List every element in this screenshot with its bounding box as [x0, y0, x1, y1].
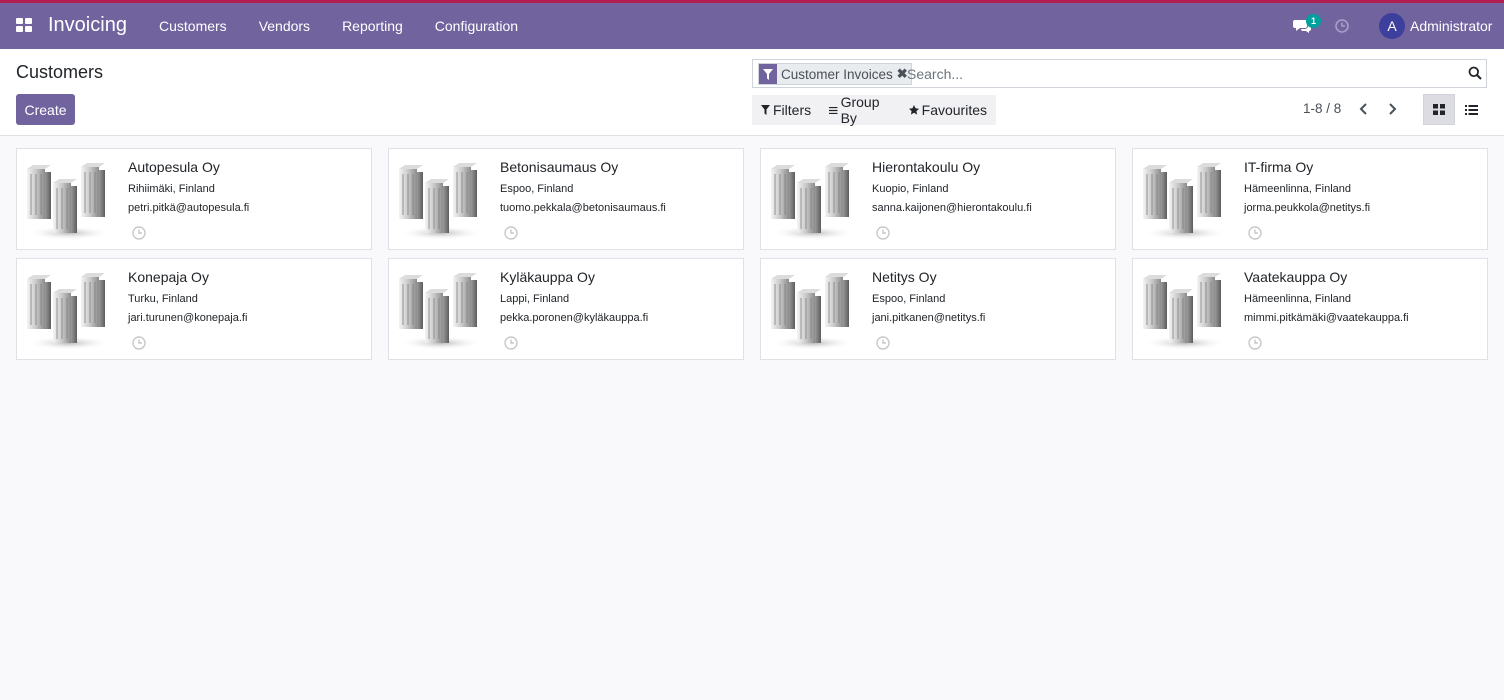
customer-name: Betonisaumaus Oy	[500, 159, 619, 175]
clock-icon[interactable]	[132, 336, 146, 350]
apps-icon[interactable]	[16, 18, 32, 32]
customer-name: Hierontakoulu Oy	[872, 159, 981, 175]
user-menu[interactable]: A Administrator	[1379, 13, 1492, 39]
menu-vendors[interactable]: Vendors	[243, 3, 326, 49]
filters-button[interactable]: Filters	[752, 95, 820, 125]
clock-icon[interactable]	[1248, 226, 1262, 240]
group-by-label: Group By	[840, 94, 880, 126]
building-image	[398, 272, 483, 350]
kanban-view-icon	[1433, 104, 1445, 115]
main-menu: Customers Vendors Reporting Configuratio…	[143, 3, 534, 49]
search-facet: Customer Invoices ✖	[758, 63, 912, 85]
page-title: Customers	[16, 62, 104, 82]
messages-badge: 1	[1306, 14, 1321, 28]
chevron-right-icon[interactable]	[1384, 101, 1400, 117]
chevron-left-icon[interactable]	[1356, 101, 1372, 117]
filters-label: Filters	[773, 102, 812, 118]
filter-icon	[761, 105, 770, 115]
clock-icon[interactable]	[876, 226, 890, 240]
customer-name: Autopesula Oy	[128, 159, 220, 175]
building-image	[26, 272, 111, 350]
customer-card[interactable]: IT-firma Oy Hämeenlinna, Finland jorma.peu…	[1132, 148, 1488, 250]
customer-card[interactable]: Netitys Oy Espoo, Finland jani.pitkanen@ne…	[760, 258, 1116, 360]
customer-card[interactable]: Hierontakoulu Oy Kuopio, Finland sanna.kai…	[760, 148, 1116, 250]
customer-name: Vaatekauppa Oy	[1244, 269, 1348, 285]
customer-location: Hämeenlinna, Finland	[1244, 183, 1352, 195]
customer-email: jari.turunen@konepaja.fi	[128, 312, 248, 324]
customer-card[interactable]: Konepaja Oy Turku, Finland jari.turunen@ko…	[16, 258, 372, 360]
user-name: Administrator	[1410, 18, 1493, 34]
control-panel: Customers Create Customer Invoices ✖ Fil…	[0, 49, 1504, 136]
kanban-view-button[interactable]	[1423, 94, 1455, 125]
customer-name: Konepaja Oy	[128, 269, 209, 285]
clock-icon[interactable]	[1248, 336, 1262, 350]
customer-location: Espoo, Finland	[872, 293, 946, 305]
pager-value[interactable]: 1-8 / 8	[1303, 101, 1341, 116]
customer-location: Hämeenlinna, Finland	[1244, 293, 1352, 305]
customer-card[interactable]: Betonisaumaus Oy Espoo, Finland tuomo.pekk…	[388, 148, 744, 250]
customer-location: Turku, Finland	[128, 293, 198, 305]
top-navbar: Invoicing Customers Vendors Reporting Co…	[0, 0, 1504, 49]
customer-location: Lappi, Finland	[500, 293, 570, 305]
favourites-label: Favourites	[921, 102, 987, 118]
customer-email: petri.pitkä@autopesula.fi	[128, 202, 250, 214]
avatar: A	[1379, 13, 1405, 39]
customer-card[interactable]: Vaatekauppa Oy Hämeenlinna, Finland mimmi.…	[1132, 258, 1488, 360]
bars-icon	[829, 106, 838, 114]
customer-card[interactable]: Autopesula Oy Rihiimäki, Finland petri.pit…	[16, 148, 372, 250]
customer-email: tuomo.pekkala@betonisaumaus.fi	[500, 202, 666, 214]
menu-reporting[interactable]: Reporting	[326, 3, 419, 49]
building-image	[770, 272, 855, 350]
customer-name: IT-firma Oy	[1244, 159, 1314, 175]
favourites-button[interactable]: Favourites	[900, 95, 996, 125]
customer-email: sanna.kaijonen@hierontakoulu.fi	[872, 202, 1032, 214]
facet-label: Customer Invoices	[781, 66, 893, 82]
search-bar: Customer Invoices ✖	[752, 59, 1487, 88]
menu-customers[interactable]: Customers	[143, 3, 243, 49]
kanban-view: Autopesula Oy Rihiimäki, Finland petri.pit…	[16, 148, 1488, 360]
search-options: Filters Group By Favourites	[752, 94, 996, 126]
building-image	[1142, 162, 1227, 240]
star-icon	[908, 105, 919, 115]
clock-icon[interactable]	[1335, 19, 1349, 33]
customer-location: Kuopio, Finland	[872, 183, 949, 195]
search-input[interactable]	[907, 64, 1457, 83]
building-image	[398, 162, 483, 240]
clock-icon[interactable]	[876, 336, 890, 350]
customer-email: jorma.peukkola@netitys.fi	[1244, 202, 1371, 214]
customer-email: jani.pitkanen@netitys.fi	[872, 312, 986, 324]
customer-email: pekka.poronen@kyläkauppa.fi	[500, 312, 649, 324]
customer-location: Rihiimäki, Finland	[128, 183, 215, 195]
clock-icon[interactable]	[504, 336, 518, 350]
building-image	[1142, 272, 1227, 350]
clock-icon[interactable]	[132, 226, 146, 240]
list-view-button[interactable]	[1455, 94, 1487, 125]
menu-configuration[interactable]: Configuration	[419, 3, 534, 49]
building-image	[770, 162, 855, 240]
create-button[interactable]: Create	[16, 94, 75, 125]
customer-email: mimmi.pitkämäki@vaatekauppa.fi	[1244, 312, 1409, 324]
app-title[interactable]: Invoicing	[48, 14, 127, 37]
list-view-icon	[1464, 104, 1478, 115]
filter-icon	[759, 64, 777, 84]
clock-icon[interactable]	[504, 226, 518, 240]
building-image	[26, 162, 111, 240]
customer-location: Espoo, Finland	[500, 183, 574, 195]
customer-name: Kyläkauppa Oy	[500, 269, 595, 285]
search-icon[interactable]	[1468, 66, 1482, 80]
group-by-button[interactable]: Group By	[820, 94, 900, 126]
customer-card[interactable]: Kyläkauppa Oy Lappi, Finland pekka.poronen…	[388, 258, 744, 360]
customer-name: Netitys Oy	[872, 269, 937, 285]
